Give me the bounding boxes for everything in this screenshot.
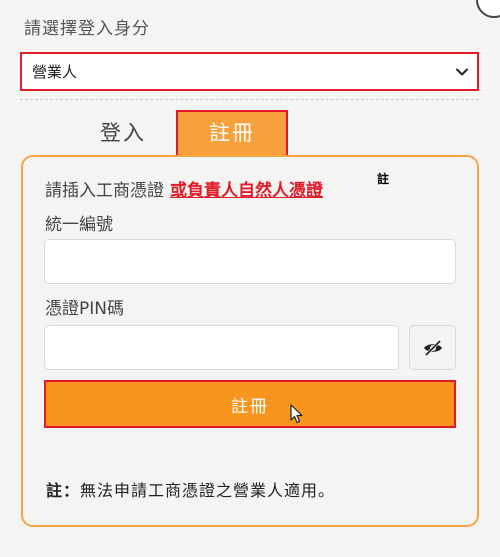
instruction-text: 請插入工商憑證: [45, 181, 164, 201]
identity-select-value: 營業人: [32, 63, 78, 81]
certificate-instruction: 請插入工商憑證 或負責人自然人憑證: [45, 176, 323, 201]
pin-label: 憑證PIN碼: [45, 299, 124, 319]
chevron-down-icon: [456, 68, 468, 75]
alternate-certificate-link[interactable]: 或負責人自然人憑證: [170, 181, 323, 201]
tab-register[interactable]: 註冊: [176, 110, 288, 157]
tax-id-label: 統一編號: [45, 215, 113, 235]
footnote-text: 無法申請工商憑證之營業人適用。: [80, 481, 336, 500]
password-toggle-button[interactable]: [409, 325, 456, 370]
tax-id-input[interactable]: [44, 239, 456, 284]
note-mark: 註: [377, 172, 390, 186]
identity-label: 請選擇登入身分: [24, 19, 150, 39]
footnote-prefix: 註：: [46, 481, 81, 500]
cursor-pointer-icon: [290, 404, 303, 424]
tab-login[interactable]: 登入: [78, 113, 168, 153]
register-button[interactable]: 註冊: [44, 380, 456, 428]
divider: [20, 99, 479, 100]
pin-input[interactable]: [44, 325, 399, 370]
identity-select[interactable]: 營業人: [20, 52, 479, 91]
eye-slash-icon: [423, 339, 442, 356]
footnote: 註：無法申請工商憑證之營業人適用。: [46, 477, 335, 501]
corner-badge: [476, 0, 500, 18]
